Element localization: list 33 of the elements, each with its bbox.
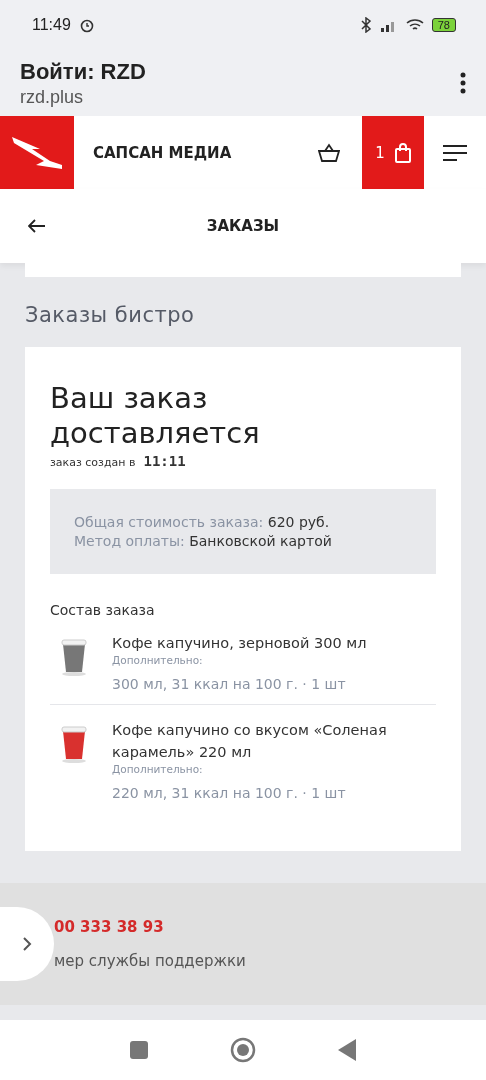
summary-line: Общая стоимость заказа: 620 руб.: [74, 514, 331, 530]
created-time: 11:11: [143, 453, 186, 469]
support-caption: мер службы поддержки: [54, 952, 246, 970]
back-arrow-icon[interactable]: [28, 219, 46, 233]
support-phone[interactable]: 00 333 38 93: [54, 918, 246, 936]
bag-icon: [394, 142, 411, 163]
chevron-right-icon: [22, 936, 32, 952]
item-details: 300 мл, 31 ккал на 100 г. · 1 шт: [112, 676, 347, 692]
item-extra-label: Дополнительно:: [112, 654, 204, 666]
cart-button[interactable]: 1: [362, 116, 424, 189]
order-status-title: Ваш заказ доставляется: [50, 381, 261, 451]
section-title: Заказы бистро: [25, 303, 196, 327]
wifi-icon: [405, 18, 424, 32]
item-details: 220 мл, 31 ккал на 100 г. · 1 шт: [112, 785, 347, 801]
battery-indicator: 78: [431, 18, 456, 32]
home-icon[interactable]: [230, 1037, 256, 1063]
basket-icon[interactable]: [318, 142, 340, 163]
alarm-icon: [78, 17, 95, 33]
status-time: 11:49: [32, 16, 71, 34]
item-name: Кофе капучино, зерновой 300 мл: [112, 634, 368, 653]
item-extra-label: Дополнительно:: [112, 763, 204, 775]
page-url: rzd.plus: [20, 86, 85, 108]
brand-name: САПСАН МЕДИА: [93, 143, 233, 162]
more-menu-icon[interactable]: [460, 72, 466, 94]
item-name: Кофе капучино со вкусом «Соленая карамель» 220 мл: [112, 721, 388, 762]
page-heading: ЗАКАЗЫ: [205, 217, 281, 235]
created-label: заказ создан в: [50, 456, 136, 469]
back-icon[interactable]: [338, 1039, 356, 1061]
page-title: Войти: RZD: [20, 58, 147, 85]
items-title: Состав заказа: [50, 602, 156, 618]
logo[interactable]: [0, 116, 74, 189]
bluetooth-icon: [359, 17, 372, 33]
summary-line: Метод оплаты: Банковской картой: [74, 533, 333, 549]
